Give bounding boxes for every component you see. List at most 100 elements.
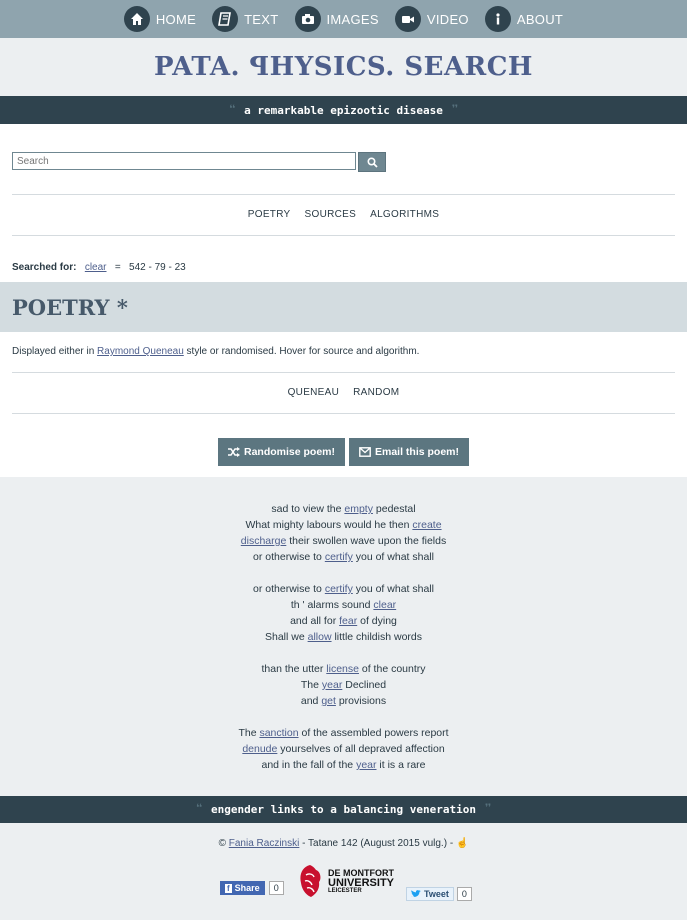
- poem-line: discharge their swollen wave upon the fi…: [0, 533, 687, 549]
- book-icon: [212, 6, 239, 32]
- poem-word-link[interactable]: sanction: [259, 727, 298, 739]
- logo-line2: UNIVERSITY: [328, 876, 395, 889]
- logo-line3: LEICESTER: [328, 887, 362, 894]
- poem-word-link[interactable]: year: [322, 679, 342, 691]
- poem-line-text: and in the fall of the: [261, 759, 357, 771]
- nav-home-label: HOME: [155, 11, 197, 27]
- dmu-logo[interactable]: DE MONTFORT UNIVERSITY LEICESTER: [296, 863, 394, 899]
- close-quote-icon: ❞: [483, 802, 492, 817]
- poem-stanza: sad to view the empty pedestal What might…: [0, 501, 687, 565]
- searched-for: Searched for: clear = 542 - 79 - 23: [12, 262, 186, 273]
- poem-word-link[interactable]: get: [321, 695, 336, 707]
- poem-line-text: of the country: [358, 663, 426, 675]
- copyright: © Fania Raczinski - Tatane 142 (August 2…: [0, 838, 687, 849]
- poem-line: and get provisions: [0, 693, 687, 709]
- poem-line: Shall we allow little childish words: [0, 629, 687, 645]
- facebook-share: f Share 0: [220, 881, 284, 895]
- tab-sources[interactable]: SOURCES: [305, 209, 357, 220]
- facebook-share-button[interactable]: f Share: [220, 881, 265, 895]
- poem-line-text: sad to view the: [271, 503, 345, 515]
- poem-line: The year Declined: [0, 677, 687, 693]
- tweet-button[interactable]: Tweet: [406, 887, 454, 901]
- poem-word-link[interactable]: empty: [344, 503, 373, 515]
- poem-line: The sanction of the assembled powers rep…: [0, 725, 687, 741]
- poetry-description: Displayed either in Raymond Queneau styl…: [12, 346, 419, 357]
- result-counts: 542 - 79 - 23: [129, 262, 186, 273]
- divider: [12, 413, 675, 414]
- poem-word-link[interactable]: fear: [339, 615, 357, 627]
- nav-about[interactable]: ABOUT: [484, 6, 563, 32]
- tab-random[interactable]: RANDOM: [353, 387, 399, 398]
- poem-stanza: than the utter license of the country The…: [0, 661, 687, 709]
- footer-quote-bar: ❝ engender links to a balancing venerati…: [0, 796, 687, 823]
- poem-line-text: and: [300, 695, 322, 707]
- poem-line-text: than the utter: [261, 663, 327, 675]
- searched-query-link[interactable]: clear: [85, 262, 107, 273]
- tab-poetry[interactable]: POETRY: [248, 209, 291, 220]
- nav-video[interactable]: VIDEO: [394, 6, 469, 32]
- poem-line: sad to view the empty pedestal: [0, 501, 687, 517]
- poem-line-text: you of what shall: [352, 551, 434, 563]
- envelope-icon: [359, 447, 371, 457]
- tweet-label: Tweet: [424, 889, 449, 899]
- poem-line-text: th ' alarms sound: [290, 599, 374, 611]
- nav-text[interactable]: TEXT: [212, 6, 278, 32]
- poem-line-text: pedestal: [372, 503, 416, 515]
- search-input[interactable]: [12, 152, 356, 170]
- poem-actions: Randomise poem! Email this poem!: [0, 438, 687, 466]
- poem-line-text: you of what shall: [352, 583, 434, 595]
- dmu-logo-text: DE MONTFORT UNIVERSITY LEICESTER: [328, 868, 394, 895]
- poem-line: What mighty labours would he then create: [0, 517, 687, 533]
- poem: sad to view the empty pedestal What might…: [0, 501, 687, 789]
- poem-word-link[interactable]: clear: [373, 599, 396, 611]
- poem-word-link[interactable]: certify: [325, 583, 353, 595]
- tab-algorithms[interactable]: ALGORITHMS: [370, 209, 439, 220]
- twitter-tweet: Tweet 0: [406, 887, 472, 901]
- dmu-lion-icon: [300, 865, 321, 897]
- divider: [12, 372, 675, 373]
- poem-word-link[interactable]: create: [412, 519, 441, 531]
- poem-area: sad to view the empty pedestal What might…: [0, 477, 687, 796]
- poem-line-text: little childish words: [331, 631, 422, 643]
- poem-line-text: Shall we: [265, 631, 308, 643]
- nav-text-label: TEXT: [244, 11, 279, 27]
- poem-line-text: The: [300, 679, 322, 691]
- poem-word-link[interactable]: allow: [308, 631, 332, 643]
- queneau-link[interactable]: Raymond Queneau: [97, 346, 184, 357]
- desc-after: style or randomised. Hover for source an…: [183, 346, 420, 357]
- poem-line: and all for fear of dying: [0, 613, 687, 629]
- shuffle-icon: [227, 447, 240, 457]
- poem-word-link[interactable]: year: [356, 759, 376, 771]
- poetry-band: POETRY *: [0, 282, 687, 332]
- poem-word-link[interactable]: discharge: [241, 535, 287, 547]
- search-button[interactable]: [358, 152, 386, 172]
- search-form: [12, 152, 386, 172]
- logo-line1: DE MONTFORT: [328, 867, 394, 878]
- facebook-share-label: Share: [234, 883, 260, 893]
- randomise-poem-button[interactable]: Randomise poem!: [217, 438, 345, 466]
- nav-video-label: VIDEO: [426, 11, 469, 27]
- top-nav: HOME TEXT IMAGES VIDEO ABOUT: [0, 0, 687, 38]
- nav-images[interactable]: IMAGES: [294, 6, 379, 32]
- site-title[interactable]: PATA. ꟼHYSICS. SEARCH: [154, 52, 533, 82]
- email-poem-button[interactable]: Email this poem!: [349, 438, 470, 466]
- author-link[interactable]: Fania Raczinski: [229, 838, 300, 849]
- poem-line-text: Declined: [342, 679, 387, 691]
- equals-sign: =: [114, 262, 121, 273]
- footer: © Fania Raczinski - Tatane 142 (August 2…: [0, 823, 687, 920]
- poem-word-link[interactable]: license: [326, 663, 359, 675]
- poem-line: or otherwise to certify you of what shal…: [0, 581, 687, 597]
- searched-label: Searched for:: [12, 262, 77, 273]
- poem-word-link[interactable]: certify: [325, 551, 353, 563]
- nav-home[interactable]: HOME: [123, 6, 197, 32]
- poem-line-text: it is a rare: [376, 759, 426, 771]
- poem-word-link[interactable]: denude: [242, 743, 277, 755]
- poem-line: and in the fall of the year it is a rare: [0, 757, 687, 773]
- poetry-heading: POETRY *: [12, 294, 128, 320]
- twitter-bird-icon: [411, 890, 421, 897]
- poem-line-text: their swollen wave upon the fields: [286, 535, 447, 547]
- tab-queneau[interactable]: QUENEAU: [288, 387, 340, 398]
- poem-line: th ' alarms sound clear: [0, 597, 687, 613]
- poem-line-text: or otherwise to: [253, 583, 325, 595]
- copyright-suffix: - Tatane 142 (August 2015 vulg.) -: [299, 838, 454, 849]
